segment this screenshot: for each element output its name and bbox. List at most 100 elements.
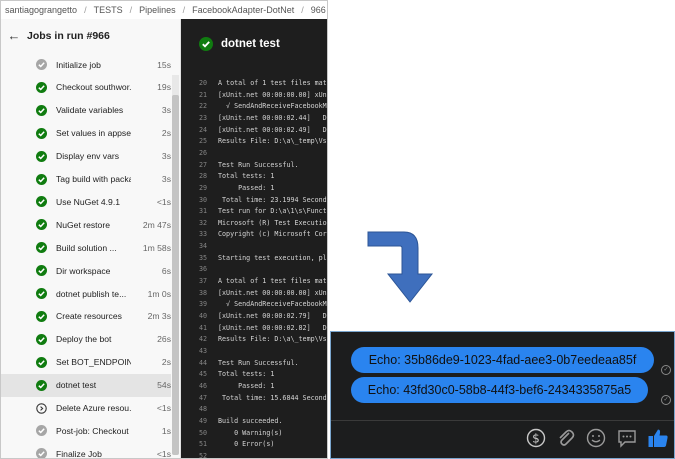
- job-row[interactable]: Set values in appsett... 2s: [1, 122, 171, 145]
- log-line-number: 28: [198, 172, 207, 181]
- job-row[interactable]: dotnet publish te... 1m 0s: [1, 282, 171, 305]
- emoji-icon[interactable]: [585, 427, 607, 449]
- log-line: 47 Total time: 15.6844 Seconds: [181, 393, 327, 404]
- chat-bubble-icon[interactable]: [616, 427, 638, 449]
- log-line-number: 50: [198, 428, 207, 437]
- log-line: 46 Passed: 1: [181, 381, 274, 392]
- log-line-text: [xUnit.net 00:00:02.82] Disc: [218, 323, 328, 332]
- job-name: NuGet restore: [56, 219, 110, 230]
- log-line-number: 49: [198, 416, 207, 425]
- success-check-icon: [36, 333, 47, 345]
- log-line-number: 42: [198, 335, 207, 344]
- success-check-icon: [199, 37, 213, 51]
- scrollbar-thumb[interactable]: [172, 95, 179, 455]
- breadcrumb-project[interactable]: TESTS: [94, 5, 123, 15]
- messenger-chat-window: Echo: 35b86de9-1023-4fad-aee3-0b7eedeaa8…: [330, 331, 675, 459]
- success-check-icon: [36, 288, 47, 299]
- success-check-icon: [36, 379, 47, 391]
- skipped-check-icon: [36, 448, 47, 458]
- log-line-number: 33: [198, 230, 207, 239]
- job-row[interactable]: Finalize Job <1s: [1, 442, 171, 459]
- log-line-number: 38: [198, 288, 207, 297]
- breadcrumb-section[interactable]: Pipelines: [139, 5, 176, 15]
- job-row[interactable]: Deploy the bot 26s: [1, 328, 171, 351]
- job-name: dotnet test: [56, 380, 97, 391]
- pipeline-run-window: santiagograngetto / TESTS / Pipelines / Fac…: [0, 0, 328, 459]
- log-line: 29 Passed: 1: [181, 183, 274, 194]
- job-row[interactable]: Initialize job 15s: [1, 53, 171, 76]
- log-line: 25 Results File: D:\a\_temp\VssAd: [181, 136, 327, 147]
- job-name: Display env vars: [56, 151, 120, 162]
- success-check-icon: [36, 242, 47, 254]
- job-duration: 54s: [157, 380, 171, 391]
- job-row[interactable]: Build solution ... 1m 58s: [1, 236, 171, 259]
- success-check-icon: [36, 356, 47, 368]
- job-name: Create resources: [56, 311, 122, 322]
- success-check-icon: [36, 81, 47, 93]
- job-row[interactable]: Create resources 2m 3s: [1, 305, 171, 328]
- log-line-text: √ SendAndReceiveFacebookMess: [218, 102, 328, 111]
- log-line-number: 51: [198, 440, 207, 449]
- breadcrumb-org[interactable]: santiagograngetto: [5, 5, 77, 15]
- job-duration: 3s: [161, 151, 171, 162]
- success-check-icon: [36, 310, 47, 322]
- log-line-text: [xUnit.net 00:00:02.49] Disc: [218, 125, 328, 134]
- log-line: 49 Build succeeded.: [181, 416, 282, 427]
- paperclip-icon[interactable]: [555, 427, 577, 449]
- log-line-text: Build succeeded.: [218, 416, 283, 425]
- log-line: 21 [xUnit.net 00:00:00.00] xUnit.: [181, 90, 327, 101]
- job-row[interactable]: NuGet restore 2m 47s: [1, 213, 171, 236]
- job-row[interactable]: Tag build with packa... 3s: [1, 168, 171, 191]
- breadcrumb-separator: /: [301, 5, 304, 15]
- job-duration: 26s: [157, 334, 171, 345]
- job-name: dotnet publish te...: [56, 288, 127, 299]
- job-duration: 6s: [161, 265, 171, 276]
- message-bubble: Echo: 35b86de9-1023-4fad-aee3-0b7eedeaa8…: [351, 347, 654, 373]
- log-line: 45 Total tests: 1: [181, 369, 274, 380]
- log-line-number: 25: [198, 137, 207, 146]
- job-row[interactable]: dotnet test 54s: [1, 373, 171, 397]
- job-row[interactable]: Dir workspace 6s: [1, 259, 171, 282]
- log-line-number: 24: [198, 125, 207, 134]
- job-row[interactable]: Validate variables 3s: [1, 99, 171, 122]
- log-line-text: [xUnit.net 00:00:00.00] xUnit.: [218, 288, 328, 297]
- breadcrumb-run[interactable]: 966: [311, 5, 326, 15]
- job-row[interactable]: Checkout southwor... 19s: [1, 76, 171, 99]
- job-name: Initialize job: [56, 59, 101, 70]
- log-line-number: 26: [198, 148, 207, 157]
- breadcrumb-pipeline[interactable]: FacebookAdapter-DotNet: [192, 5, 294, 15]
- log-line: 33 Copyright (c) Microsoft Corpor: [181, 229, 328, 240]
- success-check-icon: [36, 219, 47, 231]
- job-duration: 19s: [157, 82, 171, 93]
- log-line: 36: [181, 264, 218, 275]
- success-check-icon: [36, 127, 47, 139]
- job-row[interactable]: Post-job: Checkout s... 1s: [1, 419, 171, 442]
- job-name: Post-job: Checkout s...: [56, 425, 131, 436]
- payment-icon[interactable]: $: [525, 427, 547, 449]
- log-line: 32 Microsoft (R) Test Execution C: [181, 218, 327, 229]
- thumbs-up-icon[interactable]: [647, 427, 669, 449]
- job-duration: 1m 0s: [147, 288, 171, 299]
- success-check-icon: [36, 196, 47, 208]
- composer-divider: [331, 420, 674, 421]
- log-line-text: Passed: 1: [218, 183, 275, 192]
- log-panel: dotnet test 20 A total of 1 test files ma…: [181, 19, 328, 458]
- log-line: 43: [181, 346, 218, 357]
- job-row[interactable]: Delete Azure resou... <1s: [1, 397, 171, 420]
- log-line-text: A total of 1 test files matche: [218, 277, 328, 286]
- log-line-text: A total of 1 test files matche: [218, 79, 328, 87]
- job-duration: 2m 47s: [142, 219, 171, 230]
- log-line: 27 Test Run Successful.: [181, 160, 299, 171]
- job-row[interactable]: Use NuGet 4.9.1 <1s: [1, 190, 171, 213]
- job-row[interactable]: Set BOT_ENDPOINT ... 2s: [1, 351, 171, 374]
- success-check-icon: [36, 173, 47, 185]
- pending-circle-icon: [36, 402, 47, 414]
- log-line: 35 Starting test execution, pleas: [181, 253, 327, 264]
- job-duration: <1s: [156, 403, 171, 413]
- job-duration: <1s: [156, 448, 171, 459]
- log-line: 31 Test run for D:\a\1\s\Function: [181, 206, 327, 217]
- job-duration: 3s: [161, 105, 171, 116]
- job-row[interactable]: Display env vars 3s: [1, 145, 171, 168]
- log-line-text: Copyright (c) Microsoft Corpor: [218, 230, 328, 239]
- back-arrow-icon[interactable]: ←: [1, 28, 27, 43]
